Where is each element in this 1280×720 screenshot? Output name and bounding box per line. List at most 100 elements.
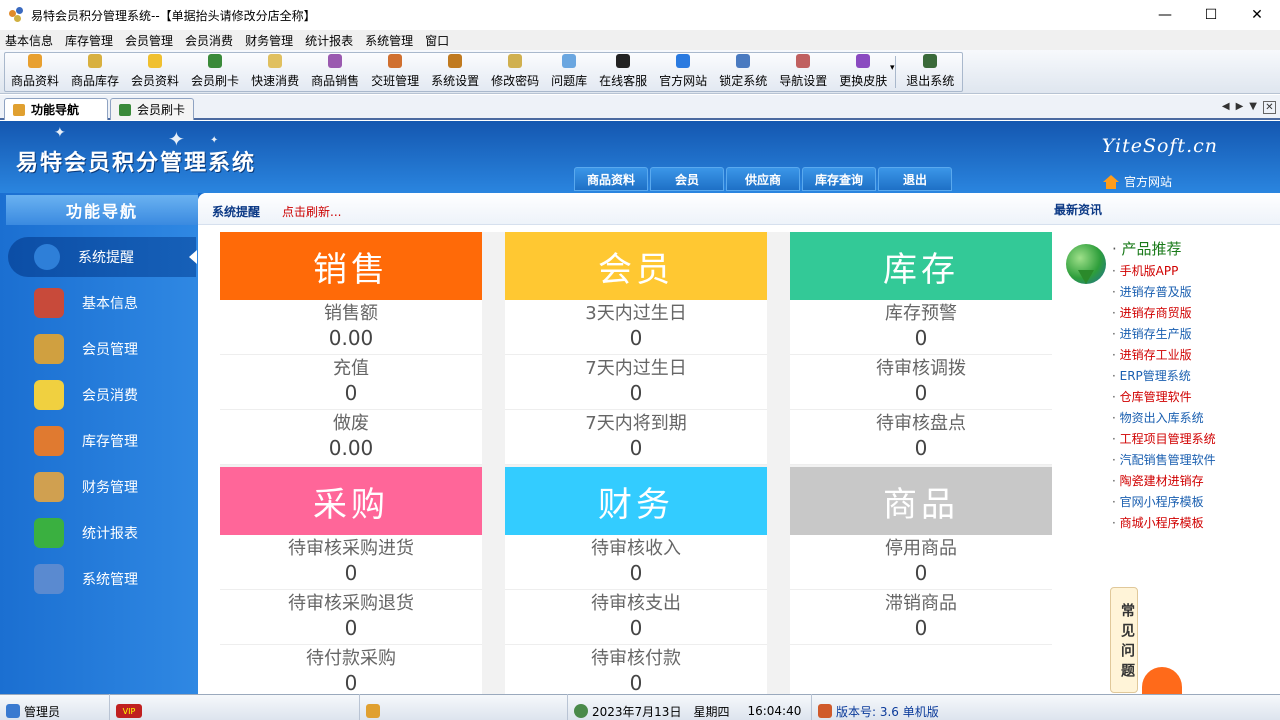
card-row[interactable]: 做废 0.00 (220, 410, 482, 465)
card-goods[interactable]: 商品 停用商品 0 滞销商品 0 (790, 467, 1052, 694)
card-inventory[interactable]: 库存 库存预警 0 待审核调拨 0 待审核盘点 0 (790, 232, 1052, 465)
tab-function-nav[interactable]: 功能导航 (4, 98, 108, 120)
card-row[interactable]: 库存预警 0 (790, 300, 1052, 355)
sidebar-item-member-consume[interactable]: 会员消费 (8, 375, 196, 415)
sidebar-item-system-mgmt[interactable]: 系统管理 (8, 559, 196, 599)
toolbar-button-ie[interactable]: 官方网站 (653, 53, 713, 91)
header-nav-goods[interactable]: 商品资料 (574, 167, 648, 191)
sidebar-item-finance-mgmt[interactable]: 财务管理 (8, 467, 196, 507)
tab-scroll-left-icon[interactable]: ◀ (1222, 101, 1230, 114)
lock-icon (736, 54, 751, 68)
news-link[interactable]: 汽配销售管理软件 (1112, 451, 1216, 472)
menu-inventory[interactable]: 库存管理 (62, 32, 116, 49)
card-purchase[interactable]: 采购 待审核采购进货 0 待审核采购退货 0 待付款采购 0 (220, 467, 482, 700)
menu-window[interactable]: 窗口 (422, 32, 452, 49)
close-button[interactable]: ✕ (1234, 0, 1280, 30)
card-row-value: 0 (914, 615, 928, 640)
card-row[interactable]: 待审核调拨 0 (790, 355, 1052, 410)
toolbar-button-member[interactable]: 会员资料 (125, 53, 185, 91)
header-nav-exit[interactable]: 退出 (878, 167, 952, 191)
card-row[interactable]: 充值 0 (220, 355, 482, 410)
sidebar-item-basic-info[interactable]: 基本信息 (8, 283, 196, 323)
sidebar-item-alerts[interactable]: 系统提醒 (8, 237, 197, 277)
tab-member-card[interactable]: 会员刷卡 (110, 98, 194, 120)
toolbar-button-stock[interactable]: 商品库存 (65, 53, 125, 91)
toolbar-button-password[interactable]: 修改密码 (485, 53, 545, 91)
card-row[interactable]: 销售额 0.00 (220, 300, 482, 355)
menu-reports[interactable]: 统计报表 (302, 32, 356, 49)
status-datetime: 2023年7月13日 星期四 16:04:40 (568, 694, 812, 720)
toolbar-button-goods[interactable]: 商品资料 (5, 53, 65, 91)
settings-icon (448, 54, 463, 68)
sidebar-item-reports[interactable]: 统计报表 (8, 513, 196, 553)
card-finance[interactable]: 财务 待审核收入 0 待审核支出 0 待审核付款 0 (505, 467, 767, 700)
card-row[interactable]: 待审核盘点 0 (790, 410, 1052, 465)
card-row[interactable]: 停用商品 0 (790, 535, 1052, 590)
card-row[interactable]: 7天内过生日 0 (505, 355, 767, 410)
news-link[interactable]: ERP管理系统 (1112, 367, 1216, 388)
card-row[interactable]: 待付款采购 0 (220, 645, 482, 700)
toolbar-button-consume[interactable]: 快速消费 (245, 53, 305, 91)
menu-basic-info[interactable]: 基本信息 (2, 32, 56, 49)
tab-scroll-right-icon[interactable]: ▶ (1236, 101, 1244, 114)
toolbar-button-lock[interactable]: 锁定系统 (713, 53, 773, 91)
news-link[interactable]: 进销存普及版 (1112, 283, 1216, 304)
news-link[interactable]: 物资出入库系统 (1112, 409, 1216, 430)
toolbar-button-card[interactable]: 会员刷卡 (185, 53, 245, 91)
header-nav-supplier[interactable]: 供应商 (726, 167, 800, 191)
tab-list-icon[interactable]: ▼ (1249, 101, 1257, 114)
news-link[interactable]: 陶瓷建材进销存 (1112, 472, 1216, 493)
tab-close-icon[interactable]: ✕ (1263, 101, 1276, 114)
news-link[interactable]: 官网小程序模板 (1112, 493, 1216, 514)
toolbar-button-skin[interactable]: 更换皮肤 ▾ (833, 53, 895, 91)
card-row[interactable]: 7天内将到期 0 (505, 410, 767, 465)
status-user: 管理员 (0, 694, 110, 720)
menu-member[interactable]: 会员管理 (122, 32, 176, 49)
official-site-link[interactable]: 官方网站 (1102, 173, 1172, 190)
app-header: ✦ ✦ ✦ 易特会员积分管理系统 商品资料 会员 供应商 库存查询 退出 Yit… (0, 121, 1280, 193)
sidebar-item-inventory-mgmt[interactable]: 库存管理 (8, 421, 196, 461)
toolbar-button-shift[interactable]: 交班管理 (365, 53, 425, 91)
minimize-button[interactable]: — (1142, 0, 1188, 30)
chevron-down-icon[interactable]: ▾ (890, 63, 895, 73)
menu-finance[interactable]: 财务管理 (242, 32, 296, 49)
news-link[interactable]: 工程项目管理系统 (1112, 430, 1216, 451)
toolbar-button-sale[interactable]: 商品销售 (305, 53, 365, 91)
header-nav-stock-query[interactable]: 库存查询 (802, 167, 876, 191)
card-row[interactable]: 滞销商品 0 (790, 590, 1052, 645)
card-row-value: 0 (344, 380, 358, 405)
news-link[interactable]: 进销存商贸版 (1112, 304, 1216, 325)
card-row[interactable]: 3天内过生日 0 (505, 300, 767, 355)
toolbar-label: 快速消费 (251, 74, 300, 88)
sidebar-item-member-mgmt[interactable]: 会员管理 (8, 329, 196, 369)
refresh-link[interactable]: 点击刷新... (282, 203, 341, 220)
card-member[interactable]: 会员 3天内过生日 0 7天内过生日 0 7天内将到期 0 (505, 232, 767, 465)
toolbar-button-question[interactable]: 问题库 (545, 53, 593, 91)
faq-button[interactable]: 常见问题 (1110, 587, 1138, 693)
menu-consumption[interactable]: 会员消费 (182, 32, 236, 49)
toolbar-label: 交班管理 (371, 74, 420, 88)
toolbar-button-nav[interactable]: 导航设置 (773, 53, 833, 91)
card-row-value: 0 (914, 560, 928, 585)
card-row-label: 待审核付款 (591, 648, 681, 670)
header-nav-member[interactable]: 会员 (650, 167, 724, 191)
news-link[interactable]: 商城小程序模板 (1112, 514, 1216, 535)
header-nav: 商品资料 会员 供应商 库存查询 退出 (574, 167, 952, 191)
toolbar-button-settings[interactable]: 系统设置 (425, 53, 485, 91)
toolbar-label: 退出系统 (906, 74, 955, 88)
maximize-button[interactable]: ☐ (1188, 0, 1234, 30)
toolbar-button-exit[interactable]: 退出系统 (898, 53, 962, 91)
card-sales[interactable]: 销售 销售额 0.00 充值 0 做废 0.00 (220, 232, 482, 465)
news-link[interactable]: 手机版APP (1112, 262, 1216, 283)
card-row[interactable]: 待审核付款 0 (505, 645, 767, 700)
news-link[interactable]: 仓库管理软件 (1112, 388, 1216, 409)
card-row[interactable]: 待审核支出 0 (505, 590, 767, 645)
news-link[interactable]: 进销存工业版 (1112, 346, 1216, 367)
card-row[interactable]: 待审核采购进货 0 (220, 535, 482, 590)
card-row-label: 待审核盘点 (876, 413, 966, 435)
card-row[interactable]: 待审核收入 0 (505, 535, 767, 590)
card-row[interactable]: 待审核采购退货 0 (220, 590, 482, 645)
news-link[interactable]: 进销存生产版 (1112, 325, 1216, 346)
toolbar-button-qq[interactable]: 在线客服 (593, 53, 653, 91)
menu-system[interactable]: 系统管理 (362, 32, 416, 49)
